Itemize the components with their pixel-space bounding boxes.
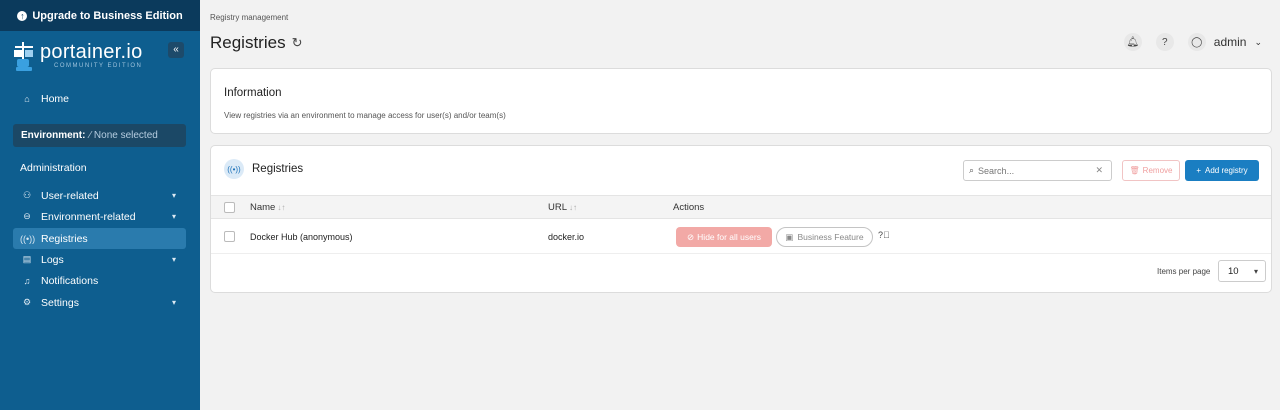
- briefcase-icon: ▣: [785, 231, 794, 242]
- username: admin: [1213, 35, 1247, 49]
- sort-icon: ↓↑: [569, 203, 578, 212]
- brand-logo[interactable]: portainer.io COMMUNITY EDITION: [12, 42, 143, 72]
- plus-icon: +: [1196, 166, 1201, 175]
- collapse-sidebar-button[interactable]: «: [168, 42, 184, 58]
- search-input[interactable]: ⌕ Search... ✕: [963, 160, 1112, 181]
- header-actions: 🔔︎ ? ◯ admin ⌄: [1123, 33, 1262, 51]
- column-actions: Actions: [673, 202, 705, 213]
- brand-edition: COMMUNITY EDITION: [54, 63, 143, 69]
- environment-selector[interactable]: Environment: ⁄ None selected: [13, 124, 186, 147]
- remove-label: Remove: [1142, 166, 1173, 175]
- user-menu[interactable]: ◯ admin ⌄: [1187, 33, 1262, 51]
- search-icon: ⌕: [969, 165, 975, 175]
- registries-title: Registries: [252, 163, 304, 175]
- gear-icon: ⚙: [22, 297, 32, 307]
- chevron-down-icon: ▾: [171, 191, 176, 200]
- portainer-logo-icon: [14, 42, 33, 71]
- sidebar-item-environment-related[interactable]: ⊖ Environment-related ▾: [13, 206, 186, 227]
- sidebar-item-label: Notifications: [41, 274, 99, 287]
- chevron-down-icon: ▾: [171, 255, 176, 264]
- file-icon: ▤: [22, 254, 32, 264]
- sidebar-item-logs[interactable]: ▤ Logs ▾: [13, 249, 186, 270]
- items-per-page-select[interactable]: 10 ▾: [1218, 260, 1266, 282]
- remove-button[interactable]: 🗑︎ Remove: [1122, 160, 1180, 181]
- brand-name: portainer.io: [40, 41, 143, 63]
- help-icon[interactable]: ?⃝: [878, 230, 890, 240]
- registries-header: ((•)) Registries: [224, 159, 303, 179]
- hide-label: Hide for all users: [697, 232, 761, 242]
- sidebar-item-label: Environment-related: [41, 210, 136, 223]
- sidebar-item-label: Logs: [41, 253, 64, 266]
- column-name[interactable]: Name ↓↑: [250, 202, 285, 213]
- sidebar: ↑ Upgrade to Business Edition portainer.…: [0, 0, 200, 410]
- trash-icon: 🗑︎: [1129, 166, 1140, 175]
- information-card: Information View registries via an envir…: [210, 68, 1272, 134]
- hide-for-all-users-button[interactable]: ⊘ Hide for all users: [676, 227, 772, 247]
- business-feature-badge: ▣ Business Feature: [776, 227, 873, 247]
- breadcrumb: Registry management: [210, 13, 289, 22]
- bell-icon[interactable]: 🔔︎: [1123, 33, 1142, 51]
- sidebar-item-user-related[interactable]: ⚇ User-related ▾: [13, 185, 186, 206]
- chevron-down-icon: ⌄: [1254, 36, 1262, 47]
- information-title: Information: [224, 87, 282, 99]
- table-row: Docker Hub (anonymous) docker.io ⊘ Hide …: [211, 220, 1271, 254]
- page-title: Registries ↻: [210, 33, 303, 53]
- chevron-down-icon: ▾: [171, 212, 176, 221]
- items-per-page-label: Items per page: [1157, 267, 1211, 276]
- main-content: Registry management Registries ↻ 🔔︎ ? ◯ …: [200, 0, 1280, 410]
- registry-url: docker.io: [548, 232, 585, 242]
- eye-off-icon: ⊘: [687, 231, 695, 242]
- chevron-down-icon: ▾: [1253, 266, 1258, 276]
- sort-icon: ↓↑: [277, 203, 286, 212]
- sidebar-item-notifications[interactable]: ♫ Notifications: [13, 270, 186, 291]
- page-title-text: Registries: [210, 33, 286, 52]
- row-checkbox[interactable]: [224, 231, 235, 242]
- upgrade-banner[interactable]: ↑ Upgrade to Business Edition: [0, 0, 200, 31]
- sidebar-item-settings[interactable]: ⚙ Settings ▾: [13, 292, 186, 313]
- administration-heading: Administration: [20, 162, 87, 174]
- search-placeholder: Search...: [978, 165, 1015, 176]
- users-icon: ⚇: [22, 190, 32, 200]
- add-registry-label: Add registry: [1204, 166, 1248, 175]
- chevron-down-icon: ▾: [171, 298, 176, 307]
- close-icon[interactable]: ✕: [1095, 165, 1103, 176]
- upgrade-label: Upgrade to Business Edition: [32, 9, 183, 22]
- refresh-icon[interactable]: ↻: [292, 35, 303, 51]
- sidebar-item-label: Home: [41, 92, 70, 105]
- items-per-page-value: 10: [1228, 265, 1239, 277]
- home-icon: ⌂: [24, 93, 30, 104]
- table-header: Name ↓↑ URL ↓↑ Actions: [211, 195, 1271, 219]
- column-name-label: Name: [250, 202, 276, 213]
- sidebar-item-label: Registries: [41, 232, 88, 245]
- business-label: Business Feature: [797, 232, 864, 242]
- environment-icon: ⊖: [23, 211, 31, 221]
- information-text: View registries via an environment to ma…: [224, 111, 506, 120]
- radio-icon: ((•)): [224, 159, 244, 179]
- help-icon[interactable]: ?: [1155, 33, 1174, 51]
- column-url-label: URL: [548, 202, 568, 213]
- sidebar-item-home[interactable]: ⌂ Home: [13, 88, 186, 109]
- sidebar-item-registries[interactable]: ((•)) Registries: [13, 228, 186, 249]
- registries-card: ((•)) Registries ⌕ Search... ✕ 🗑︎ Remove…: [210, 145, 1272, 293]
- select-all-checkbox[interactable]: [224, 202, 235, 213]
- sidebar-item-label: Settings: [41, 296, 79, 309]
- upgrade-icon: ↑: [17, 10, 28, 21]
- column-url[interactable]: URL ↓↑: [548, 202, 577, 213]
- user-icon: ◯: [1187, 33, 1206, 51]
- environment-label: Environment:: [21, 130, 86, 141]
- registry-name[interactable]: Docker Hub (anonymous): [250, 232, 353, 242]
- add-registry-button[interactable]: + Add registry: [1185, 160, 1259, 181]
- bell-icon: ♫: [23, 275, 31, 286]
- environment-value: None selected: [93, 130, 158, 141]
- sidebar-item-label: User-related: [41, 189, 99, 202]
- radio-icon: ((•)): [20, 233, 36, 244]
